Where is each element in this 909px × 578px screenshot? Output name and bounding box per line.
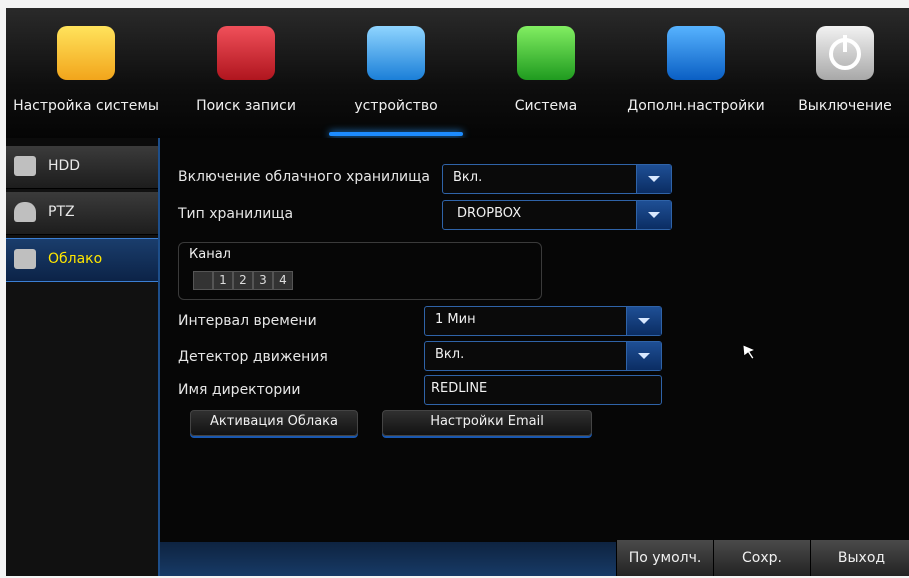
default-button[interactable]: По умолч. (616, 540, 713, 576)
cloud-icon (14, 249, 36, 269)
tab-advanced[interactable]: Дополн.настройки (621, 8, 771, 138)
motion-detector-label: Детектор движения (178, 349, 328, 365)
settings-gears-icon (57, 26, 115, 80)
ptz-camera-icon (14, 202, 36, 222)
advanced-settings-email-icon (667, 26, 725, 80)
sidebar-item-label: Облако (48, 251, 103, 267)
tab-label: Поиск записи (196, 98, 296, 114)
storage-type-select[interactable]: DROPBOX (442, 200, 672, 230)
cloud-activation-button[interactable]: Активация Облака (190, 410, 358, 436)
channel-checkbox[interactable]: 2 (233, 271, 253, 290)
app-window: Настройка системы Поиск записи устройств… (6, 8, 909, 576)
chevron-down-icon[interactable] (636, 201, 671, 229)
directory-name-label: Имя директории (178, 382, 301, 398)
active-tab-highlight (329, 132, 463, 136)
tab-label: Настройка системы (13, 98, 159, 114)
video-search-icon (217, 26, 275, 80)
sidebar: HDD PTZ Облако (6, 146, 158, 576)
exit-button[interactable]: Выход (810, 540, 909, 576)
chevron-down-icon[interactable] (626, 342, 661, 370)
channel-label: Канал (189, 247, 231, 262)
tab-label: Выключение (798, 98, 892, 114)
tab-record-search[interactable]: Поиск записи (171, 8, 321, 138)
input-value: REDLINE (431, 381, 488, 396)
interval-select[interactable]: 1 Мин (424, 306, 662, 336)
cloud-enable-select[interactable]: Вкл. (442, 164, 672, 194)
channel-checkbox[interactable]: 4 (273, 271, 293, 290)
chevron-down-icon[interactable] (636, 165, 671, 193)
tab-device[interactable]: устройство (321, 8, 471, 138)
tab-label: устройство (354, 98, 438, 114)
select-value: 1 Мин (435, 312, 476, 327)
select-value: Вкл. (435, 347, 465, 362)
footer-strip (160, 542, 616, 576)
directory-name-input[interactable]: REDLINE (424, 375, 662, 405)
sidebar-item-hdd[interactable]: HDD (6, 146, 158, 189)
interval-label: Интервал времени (178, 313, 317, 329)
tab-system[interactable]: Система (471, 8, 621, 138)
tab-system-setup[interactable]: Настройка системы (6, 8, 166, 138)
save-button[interactable]: Сохр. (713, 540, 810, 576)
power-icon (816, 26, 874, 80)
top-menu-bar: Настройка системы Поиск записи устройств… (6, 8, 909, 138)
motion-detector-select[interactable]: Вкл. (424, 341, 662, 371)
calendar-info-icon (517, 26, 575, 80)
hdd-icon (14, 156, 36, 176)
tab-label: Дополн.настройки (627, 98, 765, 114)
chevron-down-icon[interactable] (626, 307, 661, 335)
tab-shutdown[interactable]: Выключение (781, 8, 909, 138)
sidebar-item-label: PTZ (48, 204, 75, 220)
storage-type-label: Тип хранилища (178, 206, 294, 222)
cloud-settings-panel: Включение облачного хранилища Вкл. Тип х… (158, 138, 909, 576)
channel-group: Канал 1 2 3 4 (178, 242, 542, 300)
select-value: DROPBOX (457, 206, 522, 221)
channel-checkbox[interactable]: 3 (253, 271, 273, 290)
channel-checkbox[interactable]: 1 (213, 271, 233, 290)
channel-all-checkbox[interactable] (193, 271, 213, 290)
cloud-enable-label: Включение облачного хранилища (178, 169, 430, 185)
cloud-storage-icon (367, 26, 425, 80)
sidebar-item-ptz[interactable]: PTZ (6, 192, 158, 235)
email-settings-button[interactable]: Настройки Email (382, 410, 592, 436)
select-value: Вкл. (453, 170, 483, 185)
sidebar-item-label: HDD (48, 158, 81, 174)
sidebar-item-cloud[interactable]: Облако (6, 238, 158, 282)
tab-label: Система (514, 98, 578, 114)
